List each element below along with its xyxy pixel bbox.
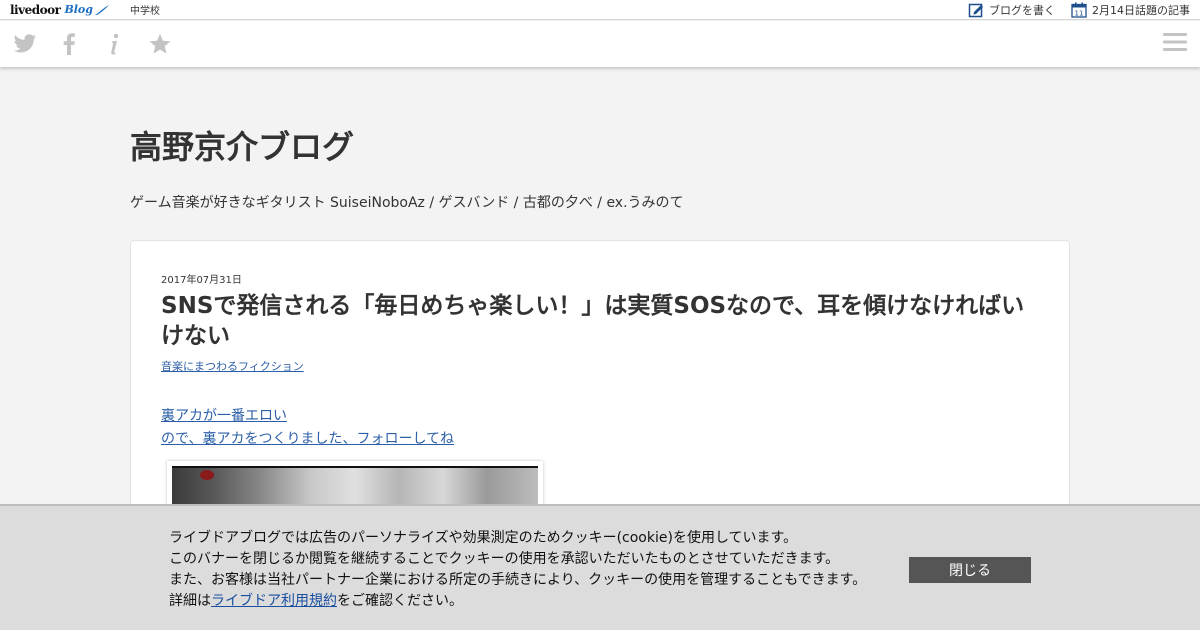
cookie-line-4-prefix: 詳細は — [169, 593, 211, 609]
info-icon[interactable] — [101, 31, 127, 57]
logo-swoosh-icon — [94, 4, 109, 15]
livedoor-top-bar: livedoor Blog 中学校 ブログを書く 11 2月14日話題の記事 — [0, 0, 1200, 20]
edit-icon — [968, 3, 983, 17]
cookie-line-2: このバナーを閉じるか閲覧を継続することでクッキーの使用を承認いただいたものとさせ… — [169, 551, 840, 567]
logo-blog-text: Blog — [64, 3, 93, 16]
post-date: 2017年07月31日 — [161, 275, 242, 286]
hamburger-menu-icon[interactable] — [1163, 32, 1187, 56]
facebook-icon[interactable] — [56, 31, 82, 57]
blog-title[interactable]: 高野京介ブログ — [130, 122, 354, 168]
social-share-bar — [0, 21, 1200, 67]
post-body-link-2[interactable]: ので、裏アカをつくりました、フォローしてね — [161, 428, 454, 448]
image-flower-detail — [200, 470, 214, 480]
blog-category-label[interactable]: 中学校 — [130, 2, 160, 17]
cookie-line-4: 詳細はライブドア利用規約をご確認ください。 — [169, 591, 866, 612]
write-blog-link[interactable]: ブログを書く — [968, 2, 1055, 18]
twitter-icon[interactable] — [12, 31, 38, 57]
cookie-close-button[interactable]: 閉じる — [909, 557, 1031, 583]
write-blog-label: ブログを書く — [989, 3, 1055, 17]
trending-articles-label: 2月14日話題の記事 — [1092, 3, 1190, 17]
trending-articles-link[interactable]: 11 2月14日話題の記事 — [1071, 2, 1190, 18]
blog-description: ゲーム音楽が好きなギタリスト SuiseiNoboAz / ゲスバンド / 古都… — [130, 195, 684, 211]
livedoor-blog-logo[interactable]: livedoor Blog — [10, 0, 110, 20]
terms-of-use-link[interactable]: ライブドア利用規約 — [211, 593, 337, 609]
cookie-line-1: ライブドアブログでは広告のパーソナライズや効果測定のためクッキー(cookie)… — [169, 530, 798, 546]
cookie-notice-text: ライブドアブログでは広告のパーソナライズや効果測定のためクッキー(cookie)… — [169, 528, 866, 612]
cookie-consent-banner: ライブドアブログでは広告のパーソナライズや効果測定のためクッキー(cookie)… — [0, 504, 1200, 630]
svg-text:11: 11 — [1075, 9, 1084, 17]
post-title[interactable]: SNSで発信される「毎日めちゃ楽しい！」は実質SOSなので、耳を傾けなければいけ… — [161, 291, 1041, 351]
post-body-link-1[interactable]: 裏アカが一番エロい — [161, 405, 287, 425]
calendar-icon: 11 — [1071, 2, 1087, 18]
cookie-line-3: また、お客様は当社パートナー企業における所定の手続きにより、クッキーの使用を管理… — [169, 572, 867, 588]
logo-livedoor-text: livedoor — [10, 2, 61, 17]
star-icon[interactable] — [147, 31, 173, 57]
post-category-link[interactable]: 音楽にまつわるフィクション — [161, 358, 304, 374]
cookie-line-4-suffix: をご確認ください。 — [337, 593, 463, 609]
